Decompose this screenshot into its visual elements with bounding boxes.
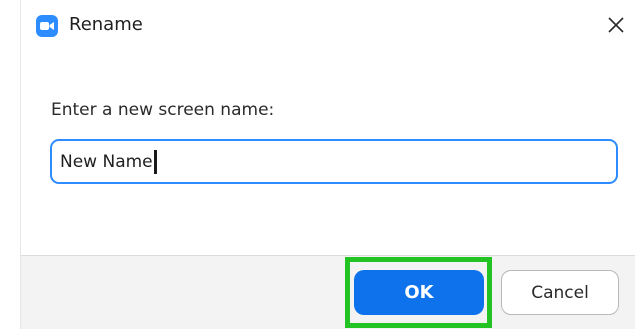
dialog-title: Rename — [69, 14, 143, 35]
close-icon — [608, 17, 624, 33]
cancel-button[interactable]: Cancel — [501, 270, 619, 315]
title-bar: Rename — [21, 0, 635, 52]
zoom-camera-icon — [36, 15, 58, 37]
screen-name-input-value: New Name — [60, 151, 153, 172]
name-prompt-label: Enter a new screen name: — [51, 100, 275, 120]
text-caret — [153, 149, 157, 174]
dialog-footer: OK Cancel — [21, 255, 635, 329]
screen-name-input[interactable]: New Name — [50, 139, 618, 184]
rename-dialog: Rename Enter a new screen name: New Name… — [20, 0, 635, 329]
close-button[interactable] — [601, 10, 631, 40]
ok-button[interactable]: OK — [354, 270, 484, 315]
